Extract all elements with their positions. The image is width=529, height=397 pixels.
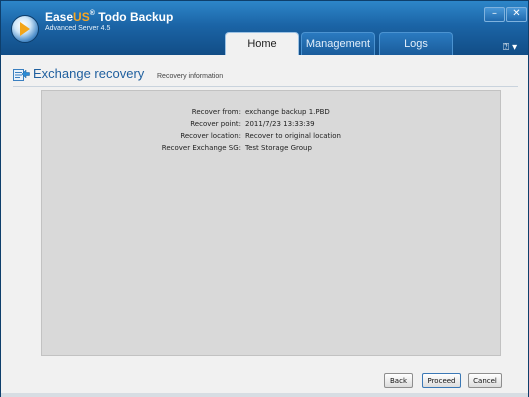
title-bar: EaseUS® Todo Backup Advanced Server 4.5 … [1,1,528,55]
app-brand: EaseUS® Todo Backup [45,10,174,24]
detail-label: Recover from: [191,108,241,116]
detail-value: Recover to original location [245,132,341,140]
detail-label: Recover Exchange SG: [161,144,241,152]
recovery-info-panel [41,90,501,356]
detail-label: Recover location: [180,132,241,140]
detail-value: 2011/7/23 13:33:39 [245,120,315,128]
app-edition: Advanced Server 4.5 [45,25,111,32]
tab-logs[interactable]: Logs [379,32,453,55]
detail-value: exchange backup 1.PBD [245,108,330,116]
exchange-recovery-icon [13,69,30,81]
easeus-logo-icon [11,15,39,43]
proceed-button[interactable]: Proceed [422,373,461,388]
minimize-icon: – [492,8,497,19]
application-window: EaseUS® Todo Backup Advanced Server 4.5 … [0,0,529,397]
tab-management[interactable]: Management [301,32,375,55]
close-button[interactable]: ✕ [506,7,527,22]
detail-value: Test Storage Group [245,144,312,152]
detail-label: Recover point: [190,120,241,128]
header-divider [13,86,518,87]
tab-home[interactable]: Home [225,32,299,55]
close-icon: ✕ [512,8,521,19]
page-subtitle: Recovery information [157,73,224,80]
bottom-border [1,393,528,397]
page-title: Exchange recovery [33,66,145,81]
minimize-button[interactable]: – [484,7,505,22]
help-menu-icon[interactable]: ⍰ ▾ [503,42,517,53]
cancel-button[interactable]: Cancel [468,373,502,388]
back-button[interactable]: Back [384,373,413,388]
